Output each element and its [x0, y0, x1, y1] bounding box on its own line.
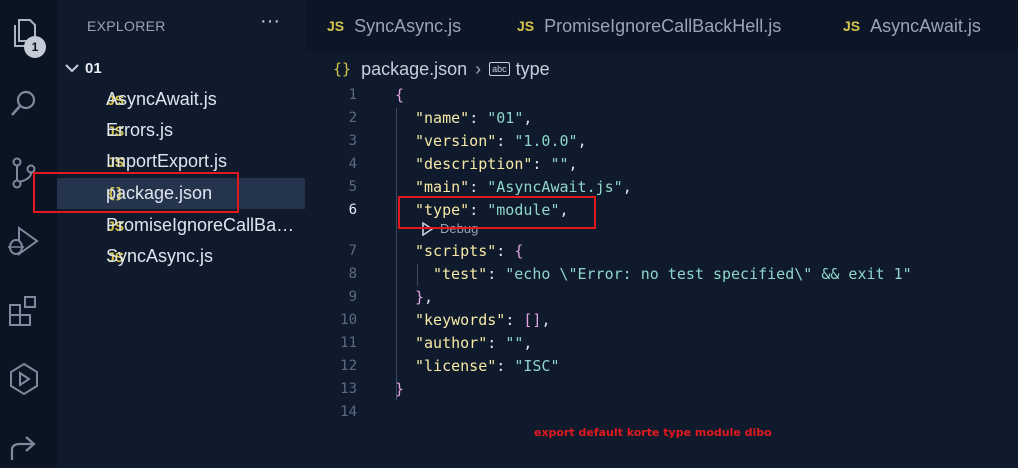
explorer-badge: 1	[24, 36, 46, 58]
json-value: []	[523, 311, 542, 329]
tab-syncasync[interactable]: JS SyncAsync.js	[327, 0, 461, 52]
code-line: "main": "AsyncAwait.js",	[415, 178, 632, 196]
file-item[interactable]: JS SyncAsync.js	[57, 241, 305, 272]
file-name: SyncAsync.js	[106, 246, 214, 266]
line-number: 8	[348, 266, 357, 282]
file-item[interactable]: JS Errors.js	[57, 115, 305, 146]
json-value: ""	[550, 155, 569, 173]
line-number: 3	[348, 133, 357, 149]
js-file-icon: JS	[517, 18, 535, 34]
code-line: "keywords": [],	[415, 311, 551, 329]
folder-name: 01	[85, 60, 102, 77]
code-line: },	[415, 288, 434, 306]
tab-label: AsyncAwait.js	[870, 15, 981, 36]
explorer-title: EXPLORER	[87, 18, 166, 34]
line-number: 2	[348, 110, 357, 126]
code-line: "name": "01",	[415, 109, 533, 127]
tab-promiseignorecallbackhell[interactable]: JS PromiseIgnoreCallBackHell.js	[517, 0, 781, 52]
json-key: "keywords"	[415, 311, 506, 329]
line-number: 10	[340, 312, 357, 328]
js-file-icon: JS	[327, 18, 345, 34]
line-number: 1	[348, 87, 357, 103]
line-number-current: 6	[348, 202, 357, 218]
chevron-down-icon	[65, 64, 79, 73]
breadcrumb-separator: ›	[475, 58, 482, 79]
json-value: "1.0.0"	[514, 132, 578, 150]
editor-tabs: JS SyncAsync.js JS PromiseIgnoreCallBack…	[305, 0, 1018, 52]
json-key: "description"	[415, 155, 533, 173]
code-line: "license": "ISC"	[415, 357, 560, 375]
js-file-icon: JS	[843, 18, 861, 34]
remote-explorer-icon[interactable]	[0, 358, 47, 400]
code-line: "description": "",	[415, 155, 578, 173]
line-number: 12	[340, 358, 357, 374]
file-name: AsyncAwait.js	[106, 89, 217, 109]
tab-label: SyncAsync.js	[354, 15, 462, 36]
file-name: Errors.js	[106, 120, 173, 140]
breadcrumb-symbol[interactable]: type	[516, 59, 550, 80]
more-actions-icon[interactable]: ···	[260, 10, 280, 33]
tab-asyncawait[interactable]: JS AsyncAwait.js	[843, 0, 981, 52]
code-line: "scripts": {	[415, 242, 524, 260]
live-share-icon[interactable]	[0, 426, 47, 468]
code-line: {	[395, 86, 405, 104]
json-value: "ISC"	[514, 357, 560, 375]
code-line: "author": "",	[415, 334, 533, 352]
string-symbol-icon: abc	[489, 62, 510, 76]
line-number: 4	[348, 156, 357, 172]
json-file-icon: {}	[333, 60, 352, 78]
annotation-note: export default korte type module dibo	[534, 426, 772, 439]
activity-bar: 1	[0, 0, 57, 468]
json-key: "author"	[415, 334, 488, 352]
search-icon[interactable]	[0, 82, 47, 124]
json-brace: }	[415, 288, 425, 306]
json-key: "license"	[415, 357, 497, 375]
breadcrumb: {} package.json › abc type	[333, 56, 550, 82]
line-number: 5	[348, 179, 357, 195]
json-key: "name"	[415, 109, 470, 127]
json-value: "01"	[487, 109, 524, 127]
json-key: "main"	[415, 178, 470, 196]
code-line: "version": "1.0.0",	[415, 132, 587, 150]
tab-label: PromiseIgnoreCallBackHell.js	[544, 15, 782, 36]
code-line: }	[395, 380, 405, 398]
file-name: ImportExport.js	[106, 151, 228, 171]
line-number: 11	[340, 335, 357, 351]
line-number: 7	[348, 243, 357, 259]
line-number: 13	[340, 381, 357, 397]
file-item[interactable]: JS AsyncAwait.js	[57, 84, 305, 115]
json-value: "AsyncAwait.js"	[487, 178, 623, 196]
line-number: 14	[340, 404, 357, 420]
highlight-box-file	[33, 172, 239, 213]
json-key: "test"	[433, 265, 488, 283]
line-number: 9	[348, 289, 357, 305]
indent-guide	[396, 108, 397, 400]
indent-guide	[417, 264, 418, 286]
json-value: ""	[505, 334, 524, 352]
json-value: "echo \"Error: no test specified\" && ex…	[505, 265, 912, 283]
file-name: PromiseIgnoreCallBackHell.js	[106, 215, 302, 235]
json-brace: {	[514, 242, 524, 260]
extensions-icon[interactable]	[0, 290, 47, 332]
run-debug-icon[interactable]	[0, 220, 47, 262]
json-key: "scripts"	[415, 242, 497, 260]
json-key: "version"	[415, 132, 497, 150]
breadcrumb-file[interactable]: package.json	[361, 59, 467, 80]
explorer-sidebar: EXPLORER ··· 01 JS AsyncAwait.js JS Erro…	[57, 0, 305, 468]
folder-row[interactable]: 01	[57, 57, 305, 81]
code-editor[interactable]: 1 2 3 4 5 6 7 8 9 10 11 12 13 14 { "name…	[305, 84, 1018, 468]
highlight-box-type	[398, 196, 596, 229]
code-line: "test": "echo \"Error: no test specified…	[433, 265, 912, 283]
file-item[interactable]: JS PromiseIgnoreCallBackHell.js	[57, 210, 305, 241]
